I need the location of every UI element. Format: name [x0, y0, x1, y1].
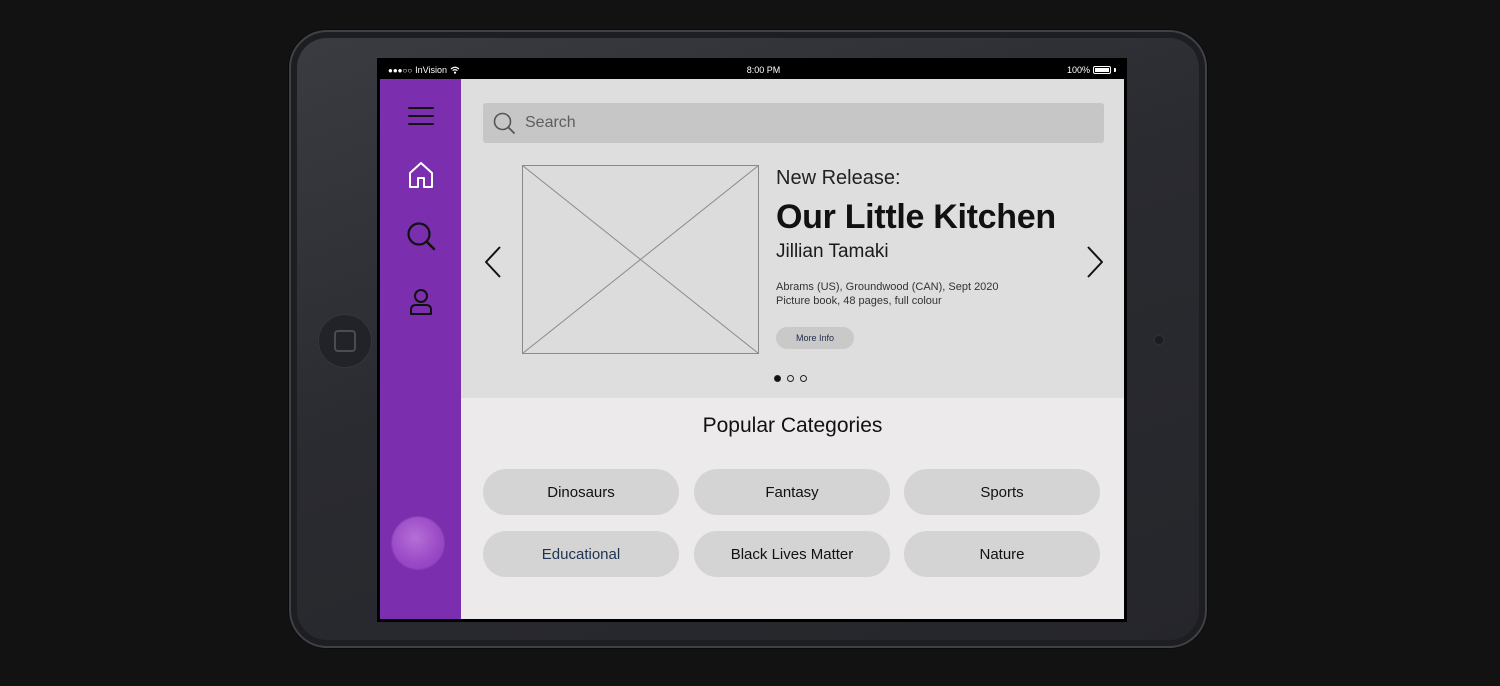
carousel-pager — [774, 375, 807, 382]
battery-icon — [1093, 66, 1111, 74]
wifi-icon — [450, 66, 460, 74]
carousel-next-chevron-right-icon[interactable] — [1083, 245, 1107, 279]
pager-dot-3[interactable] — [800, 375, 807, 382]
search-bar[interactable] — [483, 103, 1104, 143]
home-icon[interactable] — [404, 158, 438, 192]
status-time: 8:00 PM — [746, 65, 781, 75]
status-bar: ●●●○○ InVision 8:00 PM 100% — [380, 61, 1124, 79]
main-content: New Release: Our Little Kitchen Jillian … — [461, 79, 1124, 619]
screen: ●●●○○ InVision 8:00 PM 100% Search New R… — [377, 58, 1127, 622]
category-chip-nature[interactable]: Nature — [904, 531, 1100, 577]
featured-eyebrow: New Release: — [776, 167, 901, 189]
featured-publisher: Abrams (US), Groundwood (CAN), Sept 2020 — [776, 281, 999, 293]
featured-info: New Release: Our Little Kitchen Jillian … — [776, 167, 1076, 349]
user-icon[interactable] — [404, 285, 438, 319]
search-icon[interactable] — [404, 219, 438, 253]
more-info-button[interactable]: More Info — [776, 327, 855, 349]
stage: ●●●○○ InVision 8:00 PM 100% Search New R… — [0, 0, 1500, 686]
category-chip-sports[interactable]: Sports — [904, 469, 1100, 515]
status-left: ●●●○○ InVision — [388, 65, 460, 75]
search-field-icon — [493, 112, 515, 134]
category-chip-black-lives-matter[interactable]: Black Lives Matter — [694, 531, 890, 577]
sidebar — [380, 79, 461, 619]
home-hardware-button[interactable] — [318, 314, 372, 368]
carousel-prev-chevron-left-icon[interactable] — [481, 245, 505, 279]
featured-details: Picture book, 48 pages, full colour — [776, 295, 942, 307]
featured-section: New Release: Our Little Kitchen Jillian … — [461, 79, 1124, 398]
featured-title: Our Little Kitchen — [776, 198, 1056, 236]
featured-meta: Abrams (US), Groundwood (CAN), Sept 2020… — [776, 280, 1076, 308]
signal-icon: ●●●○○ — [388, 65, 413, 75]
categories-section: Popular Categories Dinosaurs Fantasy Spo… — [461, 398, 1124, 619]
featured-author: Jillian Tamaki — [776, 241, 889, 262]
home-button-icon — [334, 330, 356, 352]
menu-icon[interactable] — [404, 99, 438, 133]
battery-indicator: 100% — [1067, 65, 1116, 75]
category-chip-educational[interactable]: Educational — [483, 531, 679, 577]
camera-icon — [1153, 334, 1165, 346]
carrier-label: InVision — [415, 65, 448, 75]
search-input[interactable] — [525, 114, 1085, 132]
categories-title: Popular Categories — [702, 414, 883, 437]
category-chip-dinosaurs[interactable]: Dinosaurs — [483, 469, 679, 515]
category-chip-fantasy[interactable]: Fantasy — [694, 469, 890, 515]
assistant-orb-button[interactable] — [392, 517, 444, 569]
pager-dot-1[interactable] — [774, 375, 781, 382]
pager-dot-2[interactable] — [787, 375, 794, 382]
book-cover-placeholder-image — [522, 165, 759, 354]
battery-percent: 100% — [1066, 65, 1090, 75]
